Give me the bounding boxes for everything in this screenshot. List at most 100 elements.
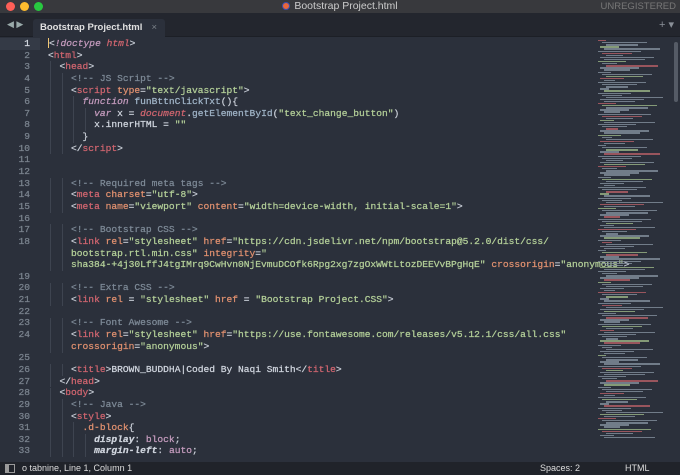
code-line[interactable]: <link rel = "stylesheet" href = "Bootstr… <box>48 294 598 306</box>
code-token: ; <box>191 445 198 457</box>
indent-guide <box>50 61 51 73</box>
code-line[interactable] <box>48 271 598 283</box>
code-token: > <box>117 142 123 154</box>
line-number: 11 <box>18 154 30 166</box>
code-line[interactable]: <script type="text/javascript"> <box>48 84 598 97</box>
zoom-window-button[interactable] <box>34 2 43 11</box>
title-bar: Bootstrap Project.html UNREGISTERED <box>0 0 680 13</box>
code-line[interactable]: <link rel="stylesheet" href="https://use… <box>48 329 598 341</box>
code-line[interactable]: </script> <box>48 143 598 155</box>
code-token: name <box>105 200 129 212</box>
line-number: 26 <box>18 363 30 375</box>
code-token: "stylesheet" <box>140 294 210 306</box>
code-token: rel <box>105 294 123 306</box>
code-line[interactable]: <!-- Required meta tags --> <box>48 178 598 190</box>
code-line[interactable]: crossorigin="anonymous"> <box>48 341 598 353</box>
code-line[interactable]: <meta charset="utf-8"> <box>48 189 598 201</box>
code-line[interactable]: <!doctype html> <box>48 38 598 50</box>
code-editor[interactable]: 1 2 3 4 5 6 7 8 9 10 11 12 13 14 15 16 17 18 19 20 21 22 23 24 2… <box>0 38 680 462</box>
code-token: html <box>53 49 77 61</box>
code-line[interactable]: <title>BROWN_BUDDHA|Coded By Naqi Smith<… <box>48 364 598 376</box>
code-line[interactable] <box>48 166 598 178</box>
code-token: ) <box>393 107 400 119</box>
code-line[interactable]: sha384-+4j30LffJ4tgIMrq9CwHvn0NjEvmuDCOf… <box>48 259 630 271</box>
code-line[interactable] <box>48 306 598 318</box>
code-token: link <box>76 294 100 306</box>
code-line[interactable]: display: block; <box>48 434 598 446</box>
code-line[interactable]: margin-left: auto; <box>48 445 598 457</box>
indent-guide <box>50 329 51 341</box>
code-token: "Bootstrap Project.CSS" <box>255 294 388 306</box>
code-token: .d-block <box>82 422 129 434</box>
indent-guide <box>73 119 75 132</box>
indent-guide <box>61 177 63 190</box>
minimap[interactable] <box>598 38 670 462</box>
indent-guide <box>50 96 51 108</box>
code-line[interactable]: .d-block{ <box>48 422 598 434</box>
indent-guide <box>50 201 51 213</box>
code-token: charset <box>105 189 146 201</box>
indent-guide <box>50 399 51 411</box>
code-line[interactable]: function funBttnClickTxt(){ <box>48 96 598 108</box>
code-line[interactable]: <style> <box>48 410 598 423</box>
code-token: "stylesheet" <box>128 235 198 247</box>
minimap-line <box>606 296 628 298</box>
indent-guide <box>73 131 75 143</box>
close-tab-icon[interactable]: × <box>151 19 157 37</box>
line-number <box>0 248 40 260</box>
code-token: href <box>215 294 239 306</box>
line-number: 13 <box>18 177 30 189</box>
code-token: bootstrap.rtl.min.css" <box>71 247 198 259</box>
code-line[interactable] <box>48 213 598 225</box>
code-line[interactable]: <!-- Bootstrap CSS --> <box>48 224 598 236</box>
window-controls <box>6 2 43 11</box>
code-token: ; <box>174 433 181 445</box>
code-line[interactable]: x.innerHTML = "" <box>48 119 598 131</box>
code-token: "width=device-width, initial-scale=1" <box>243 200 457 212</box>
tab-bootstrap-project[interactable]: Bootstrap Project.html × <box>33 19 165 37</box>
indent-guide <box>50 119 51 132</box>
close-window-button[interactable] <box>6 2 15 11</box>
code-token: = <box>238 294 256 306</box>
code-line[interactable]: <!-- Java --> <box>48 399 598 411</box>
indent-guide <box>50 387 51 400</box>
cursor-position: o tabnine, Line 1, Column 1 <box>22 463 133 473</box>
indent-guide <box>61 224 63 237</box>
new-tab-and-menu-icon[interactable]: + ▾ <box>659 18 674 31</box>
minimize-window-button[interactable] <box>20 2 29 11</box>
code-line[interactable]: <link rel="stylesheet" href="https://cdn… <box>48 236 598 248</box>
indent-guide <box>50 224 51 237</box>
code-line[interactable]: var x = document.getElementById("text_ch… <box>48 108 598 120</box>
indentation-setting[interactable]: Spaces: 2 <box>540 462 580 475</box>
indent-guide <box>61 142 63 155</box>
syntax-setting[interactable]: HTML <box>625 462 650 475</box>
code-line[interactable]: bootstrap.rtl.min.css" integrity=" <box>48 247 598 260</box>
line-number: 1 <box>0 38 40 50</box>
code-line[interactable]: <meta name="viewport" content="width=dev… <box>48 201 598 213</box>
line-number: 31 <box>18 422 30 434</box>
tab-label: Bootstrap Project.html <box>40 22 143 33</box>
minimap-line <box>604 436 655 439</box>
code-token: href <box>203 235 227 247</box>
code-token: </ <box>59 375 72 387</box>
vertical-scrollbar[interactable] <box>674 42 678 102</box>
tab-nav-arrows-icon[interactable]: ◀ ▶ <box>7 19 23 30</box>
code-token: } <box>82 131 89 143</box>
minimap-line <box>604 352 625 355</box>
panel-toggle-icon[interactable] <box>5 464 15 473</box>
code-line[interactable]: </head> <box>48 375 598 388</box>
indent-guide <box>61 247 63 260</box>
code-line[interactable]: <head> <box>48 61 598 73</box>
code-line[interactable] <box>48 154 598 166</box>
code-line[interactable]: <body> <box>48 387 598 399</box>
code-line[interactable]: <!-- Font Awesome --> <box>48 317 598 329</box>
code-line[interactable]: } <box>48 131 598 143</box>
code-line[interactable] <box>48 352 598 364</box>
code-area[interactable]: <!doctype html> <html> <head> <!-- JS Scrip… <box>48 38 630 457</box>
code-line[interactable]: <!-- JS Script --> <box>48 73 598 85</box>
code-line[interactable]: <html> <box>48 50 598 62</box>
code-line[interactable]: <!-- Extra CSS --> <box>48 282 598 294</box>
line-number: 14 <box>18 189 30 201</box>
code-token: = <box>122 294 141 306</box>
code-token: </ <box>71 142 83 154</box>
